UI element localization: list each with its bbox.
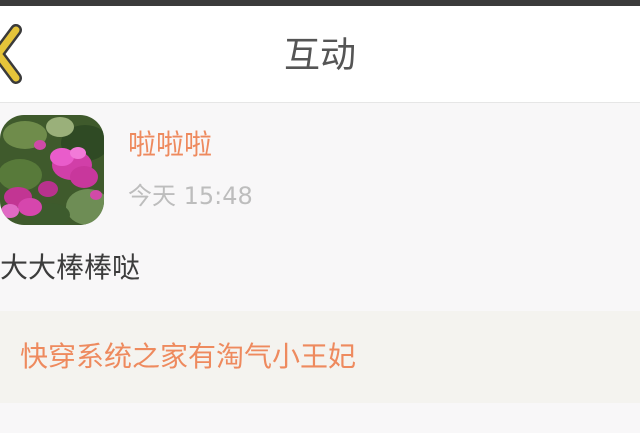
avatar[interactable] — [0, 115, 104, 225]
timestamp: 今天 15:48 — [128, 182, 253, 210]
page-title: 互动 — [283, 35, 356, 76]
interaction-content: 啦啦啦 今天 15:48 大大棒棒哒 快穿系统之家有淘气小王妃 — [0, 103, 640, 433]
pink-flowers-avatar — [0, 115, 104, 225]
top-bar: 互动 — [0, 6, 640, 103]
book-title: 快穿系统之家有淘气小王妃 — [20, 340, 357, 373]
message-text: 大大棒棒哒 — [0, 251, 141, 284]
username[interactable]: 啦啦啦 — [128, 127, 212, 163]
book-link[interactable]: 快穿系统之家有淘气小王妃 — [0, 311, 640, 403]
